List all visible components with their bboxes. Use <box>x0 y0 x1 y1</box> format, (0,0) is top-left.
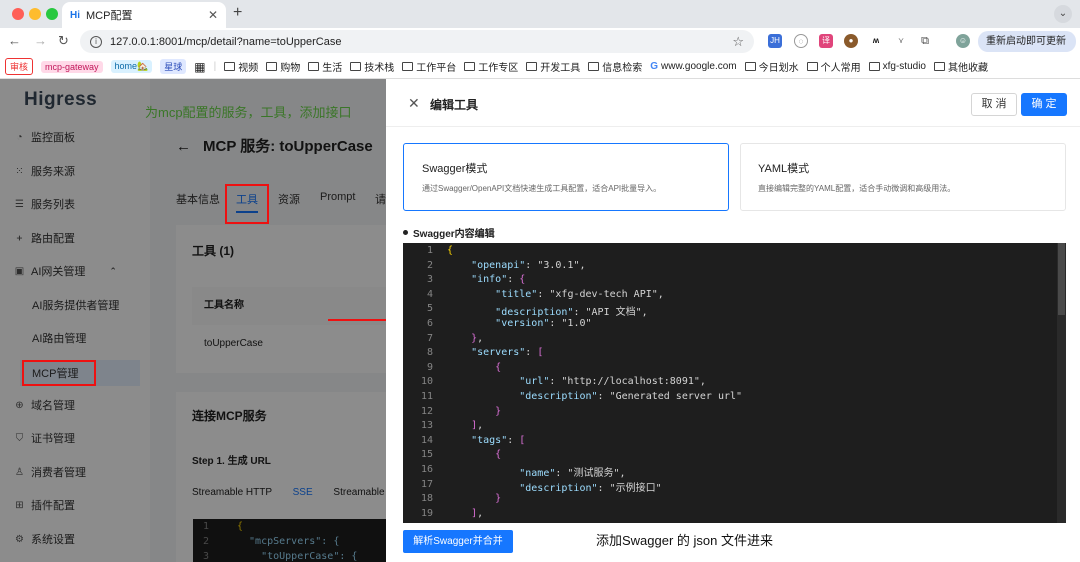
code-line: "servers": [ <box>471 347 544 359</box>
parse-swagger-button[interactable]: 解析Swagger并合并 <box>403 530 513 553</box>
code-line: { <box>495 449 502 461</box>
line-number: 9 <box>426 361 433 373</box>
line-number: 13 <box>420 420 433 432</box>
code-line: { <box>447 245 454 256</box>
line-number: 3 <box>426 274 433 286</box>
swagger-code-editor[interactable]: 1 {2 "openapi": "3.0.1", 3 "info": { 4 "tit… <box>403 243 1066 523</box>
drawer-title: 编辑工具 <box>430 98 479 112</box>
line-number: 15 <box>420 449 433 461</box>
code-line: "description": "Generated server url" <box>519 391 743 402</box>
code-line: "tags": [ <box>471 434 526 446</box>
line-number: 5 <box>426 303 433 315</box>
drawer-header: ✕ 编辑工具 取 消 确 定 <box>386 79 1080 127</box>
confirm-button[interactable]: 确 定 <box>1021 93 1067 116</box>
code-line: "name": "测试服务", <box>519 468 626 479</box>
editor-scrollbar[interactable] <box>1057 243 1066 523</box>
line-number: 2 <box>426 259 433 271</box>
line-number: 6 <box>426 318 433 329</box>
mode-title: YAML模式 <box>758 163 810 175</box>
code-line: ], <box>471 420 484 432</box>
code-line: "info": { <box>471 274 526 286</box>
line-number: 10 <box>420 376 433 388</box>
cancel-button[interactable]: 取 消 <box>971 93 1017 116</box>
mode-title: Swagger模式 <box>422 163 488 175</box>
line-number: 4 <box>426 288 433 300</box>
yaml-mode-card[interactable]: YAML模式 直接编辑完整的YAML配置，适合手动微调和高级用法。 <box>740 143 1066 211</box>
code-line: "title": "xfg-dev-tech API", <box>495 288 664 300</box>
edit-tool-drawer: ✕ 编辑工具 取 消 确 定 Swagger模式 通过Swagger/OpenA… <box>386 79 1080 562</box>
line-number: 7 <box>426 332 433 344</box>
code-line: { <box>495 361 502 373</box>
code-line: "openapi": "3.0.1", <box>471 259 586 271</box>
line-number: 11 <box>420 391 433 402</box>
close-icon[interactable]: ✕ <box>408 95 420 112</box>
line-number: 17 <box>420 478 433 490</box>
bullet-icon <box>403 230 408 235</box>
line-number: 1 <box>426 245 433 256</box>
line-number: 18 <box>420 493 433 505</box>
swagger-mode-card[interactable]: Swagger模式 通过Swagger/OpenAPI文档快速生成工具配置，适合… <box>403 143 729 211</box>
code-line: }, <box>471 332 484 344</box>
code-line: } <box>495 405 502 417</box>
code-line: "description": "示例接口" <box>519 482 662 494</box>
mode-desc: 直接编辑完整的YAML配置，适合手动微调和高级用法。 <box>758 184 956 193</box>
line-number: 8 <box>426 347 433 359</box>
line-number: 16 <box>420 464 433 475</box>
scrollbar-thumb[interactable] <box>1058 243 1065 315</box>
line-number: 14 <box>420 434 433 446</box>
code-line: } <box>495 493 502 505</box>
code-line: "description": "API 文档", <box>495 307 648 319</box>
code-line: ], <box>471 507 484 519</box>
annotation-bottom: 添加Swagger 的 json 文件进来 <box>596 533 773 548</box>
mode-desc: 通过Swagger/OpenAPI文档快速生成工具配置，适合API批量导入。 <box>422 184 662 193</box>
line-number: 12 <box>420 405 433 417</box>
swagger-section-title: Swagger内容编辑 <box>403 225 495 240</box>
code-line: "version": "1.0" <box>495 318 592 329</box>
line-number: 19 <box>420 507 433 519</box>
code-line: "url": "http://localhost:8091", <box>519 376 706 388</box>
